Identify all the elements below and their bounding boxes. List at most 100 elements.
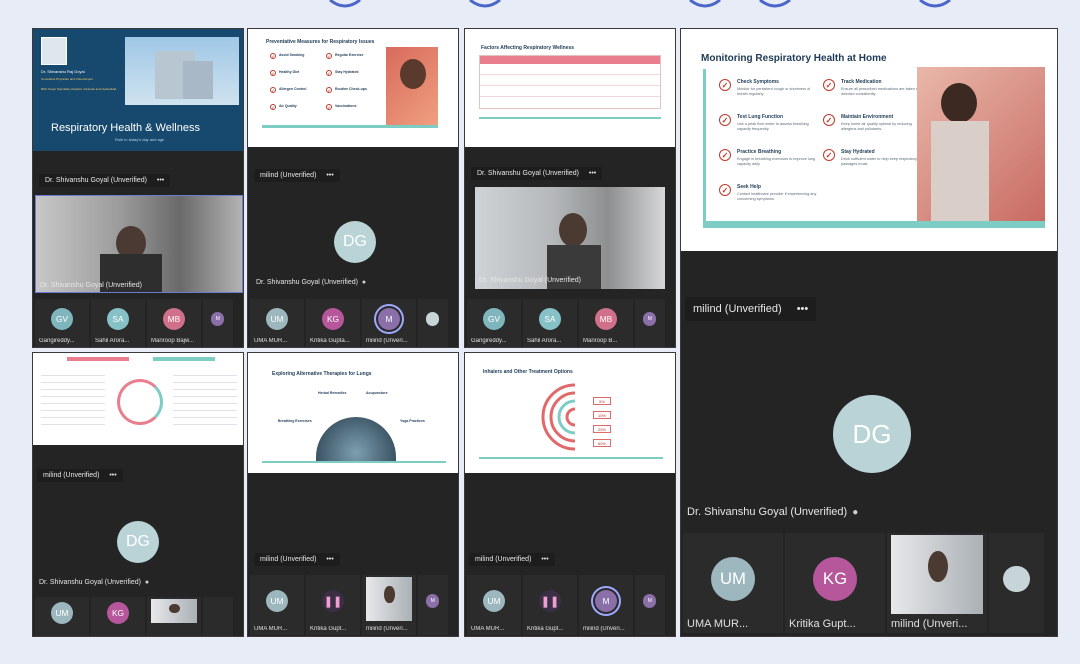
participant-tile[interactable]: UM UMA MUR...: [467, 575, 521, 635]
shared-slide: Factors Affecting Respiratory Wellness: [465, 29, 675, 147]
participant-tile[interactable]: GV Gangireddy...: [467, 299, 521, 347]
participant-tile[interactable]: ❚❚ Kritika Gupt...: [523, 575, 577, 635]
check-icon: ✓: [719, 114, 731, 126]
slide-diagram: [117, 379, 163, 425]
check-icon: ✓: [270, 53, 276, 59]
pause-icon: ❚❚: [322, 590, 344, 612]
participant-tile[interactable]: [418, 299, 448, 347]
slide-title: Factors Affecting Respiratory Wellness: [481, 45, 575, 51]
participant-tile[interactable]: UM UMA MUR...: [250, 299, 304, 347]
more-options-icon[interactable]: •••: [797, 303, 809, 315]
pause-icon: ❚❚: [539, 590, 561, 612]
participant-tile[interactable]: UM UMA MUR...: [683, 533, 783, 633]
doctor-role: Consultant Physician and Chest Expert: [41, 77, 94, 81]
participant-name: Manroop Bajw...: [151, 338, 195, 344]
participant-avatar: M: [643, 594, 657, 608]
more-options-icon[interactable]: •••: [326, 556, 333, 563]
slide-subtitle: Role in today's day and age: [115, 137, 165, 142]
slide-item-label: Healthy Diet: [279, 70, 300, 74]
mic-muted-icon: ●: [852, 507, 859, 518]
participant-tile[interactable]: [203, 597, 233, 636]
participant-tile[interactable]: MB Manroop B...: [579, 299, 633, 347]
presenter-chip[interactable]: milind (Unverified) •••: [685, 297, 817, 321]
participant-avatar: M: [378, 308, 400, 330]
participant-tile[interactable]: [147, 597, 201, 636]
meeting-panel-2: Preventative Measures for Respiratory Is…: [247, 28, 459, 348]
participant-avatar: KG: [813, 557, 857, 601]
mic-muted-icon: ●: [144, 579, 150, 586]
participant-tile[interactable]: M: [418, 575, 448, 635]
participant-tile[interactable]: milind (Unveri...: [887, 533, 987, 633]
more-options-icon[interactable]: •••: [109, 472, 116, 479]
participant-avatar: UM: [51, 602, 73, 624]
presenter-chip[interactable]: milind (Unverified) •••: [469, 553, 555, 566]
more-options-icon[interactable]: •••: [326, 172, 333, 179]
percent-box: 25%: [593, 425, 611, 433]
participant-name: milind (Unveri...: [366, 338, 408, 344]
participant-tile[interactable]: KG: [91, 597, 145, 636]
participant-tile[interactable]: Mmilind (Unveri...: [362, 299, 416, 347]
presenter-chip[interactable]: Dr. Shivanshu Goyal (Unverified) •••: [471, 167, 603, 180]
check-icon: ✓: [719, 184, 731, 196]
check-icon: ✓: [326, 53, 332, 59]
slide-title: Preventative Measures for Respiratory Is…: [266, 39, 375, 45]
shared-slide: Inhalers and Other Treatment Options 5% 1…: [465, 353, 675, 473]
participant-tile[interactable]: [989, 533, 1044, 633]
slide-item-text: Use a peak flow meter to assess breathin…: [737, 122, 809, 131]
presenter-chip[interactable]: milind (Unverified) •••: [254, 169, 340, 182]
participant-tile[interactable]: M: [635, 575, 665, 635]
percent-box: 10%: [593, 411, 611, 419]
participant-tile[interactable]: MB Manroop Bajw...: [147, 299, 201, 347]
slide-item-label: Allergen Control: [279, 87, 307, 91]
slide-title: Monitoring Respiratory Health at Home: [701, 53, 887, 64]
participant-tile[interactable]: M: [203, 299, 233, 347]
presenter-chip[interactable]: milind (Unverified) •••: [37, 469, 123, 482]
presenter-chip[interactable]: Dr. Shivanshu Goyal (Unverified) •••: [39, 174, 171, 187]
participant-name: Gangireddy...: [471, 338, 507, 344]
participant-avatar: M: [426, 594, 440, 608]
slide-item-label: Air Quality: [279, 104, 297, 108]
check-icon: ✓: [326, 70, 332, 76]
slide-accent-bar: [262, 125, 438, 128]
participant-tile[interactable]: Mmilind (Unveri...: [579, 575, 633, 635]
hospital-image: [125, 37, 239, 105]
participant-tile[interactable]: SA Sahil Arora...: [91, 299, 145, 347]
slide-item-label: Routine Check-ups: [335, 87, 367, 91]
slide-item-label: Regular Exercise: [335, 53, 364, 57]
factor-table: [479, 55, 661, 109]
more-options-icon[interactable]: •••: [157, 177, 164, 184]
slide-accent-bar: [262, 461, 446, 463]
participant-avatar-large: DG: [334, 221, 376, 263]
participant-name: UMA MUR...: [687, 618, 749, 630]
participant-tile[interactable]: UM: [35, 597, 89, 636]
participant-tile[interactable]: GV Gangireddy...: [35, 299, 89, 347]
lung-image: [316, 417, 396, 461]
video-name-label: Dr. Shivanshu Goyal (Unverified): [40, 282, 142, 289]
mic-muted-icon: ●: [361, 279, 367, 286]
slide-title: Inhalers and Other Treatment Options: [483, 369, 573, 375]
participant-avatar: M: [643, 312, 657, 326]
slide-item-label: Acupuncture: [366, 391, 388, 395]
participant-tile[interactable]: UM UMA MUR...: [250, 575, 304, 635]
top-decoration: [329, 0, 951, 8]
participant-tile[interactable]: KG Kritika Gupt...: [785, 533, 885, 633]
participant-avatar: M: [211, 312, 225, 326]
participant-tile[interactable]: M: [635, 299, 665, 347]
participant-tile[interactable]: KG Kritika Gupta...: [306, 299, 360, 347]
presenter-chip[interactable]: milind (Unverified) •••: [254, 553, 340, 566]
participant-name: Gangireddy...: [39, 338, 75, 344]
participant-tile[interactable]: milind (Unveri...: [362, 575, 416, 635]
slide-item-heading: Check Symptoms: [737, 79, 779, 85]
more-options-icon[interactable]: •••: [589, 170, 596, 177]
slide-item-label: Herbal Remedies: [318, 391, 347, 395]
slide-header-left: [67, 357, 129, 361]
check-icon: ✓: [270, 87, 276, 93]
participant-avatar: GV: [483, 308, 505, 330]
more-options-icon[interactable]: •••: [541, 556, 548, 563]
participant-avatar: UM: [483, 590, 505, 612]
speaker-video: Dr. Shivanshu Goyal (Unverified): [35, 195, 243, 293]
participant-tile[interactable]: ❚❚ Kritika Gupt...: [306, 575, 360, 635]
participant-avatar-large: DG: [833, 395, 911, 473]
participant-name: Manroop B...: [583, 338, 618, 344]
participant-tile[interactable]: SA Sahil Arora...: [523, 299, 577, 347]
